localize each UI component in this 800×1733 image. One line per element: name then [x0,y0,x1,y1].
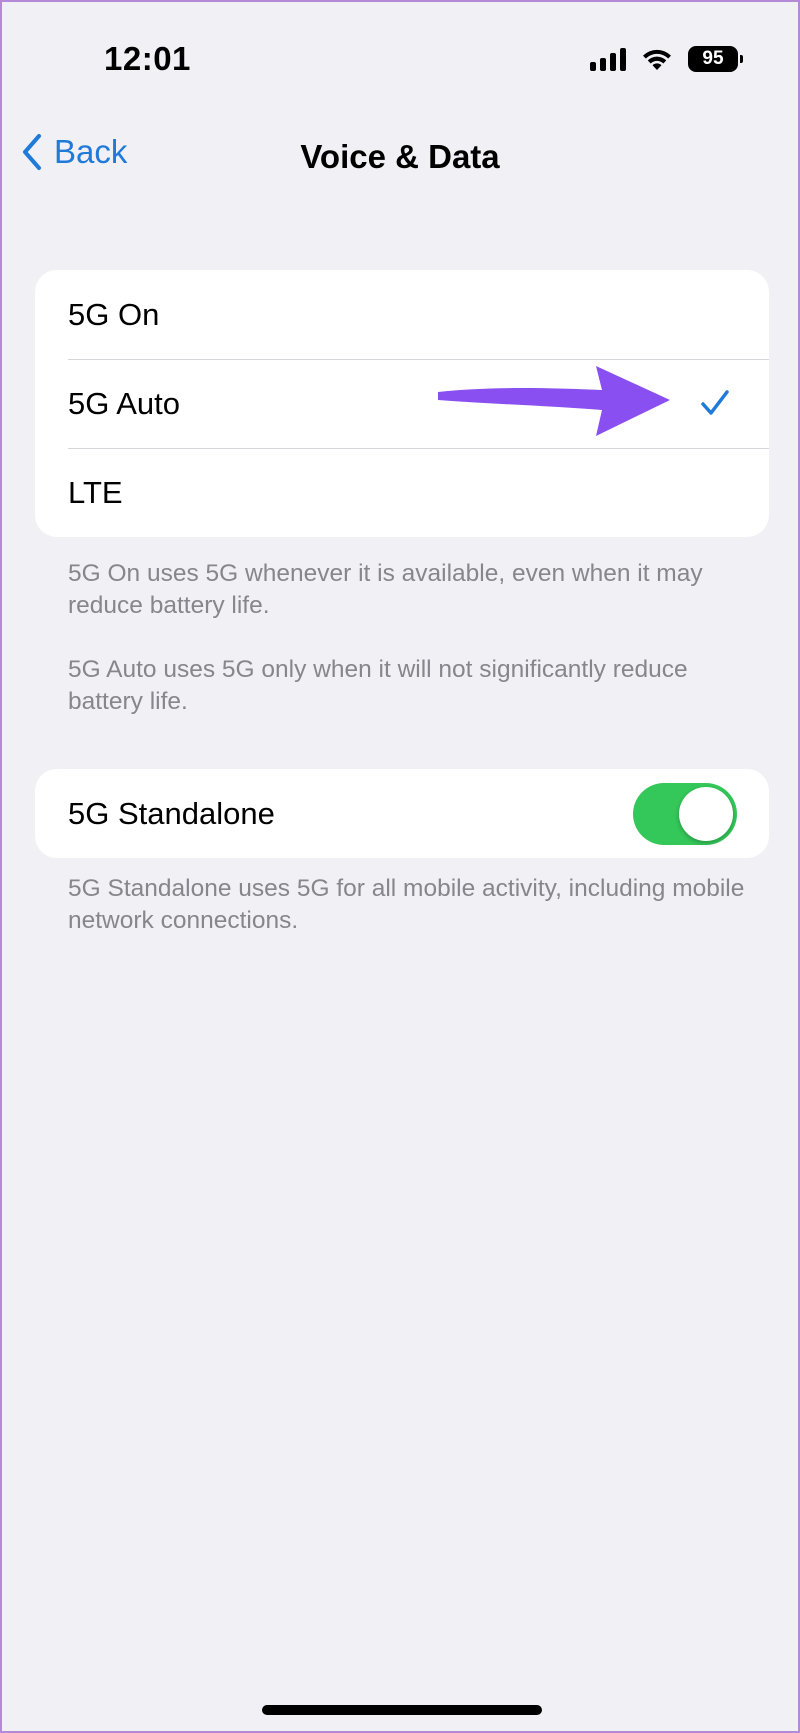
footnote-5g-auto: 5G Auto uses 5G only when it will not si… [68,656,688,715]
option-label: LTE [68,474,123,510]
standalone-group: 5G Standalone [35,769,769,858]
chevron-left-icon [23,134,41,170]
option-label: 5G On [68,296,160,332]
cellular-signal-icon [590,47,626,71]
toggle-knob [679,787,733,841]
status-time: 12:01 [104,40,191,77]
battery-icon: 95 [688,46,743,72]
checkmark-icon [701,390,729,415]
back-label: Back [54,133,128,170]
status-icons: 95 [590,46,743,72]
standalone-toggle[interactable] [633,783,737,845]
screen: 12:01 95 Voice & Data Back 5G On 5G Auto… [0,0,800,1733]
home-indicator[interactable] [262,1705,542,1715]
standalone-row: 5G Standalone [35,769,769,858]
footnote-5g-on: 5G On uses 5G whenever it is available, … [68,560,703,619]
annotation-arrow-icon [438,366,670,436]
standalone-label: 5G Standalone [68,795,275,831]
option-label: 5G Auto [68,385,181,421]
navigation-bar: Voice & Data Back [2,122,798,192]
battery-level: 95 [702,48,724,69]
option-5g-on[interactable]: 5G On [35,270,769,359]
status-bar: 12:01 95 [2,2,798,112]
option-lte[interactable]: LTE [35,448,769,537]
wifi-icon [643,49,671,70]
footnote-standalone: 5G Standalone uses 5G for all mobile act… [68,875,745,934]
back-button[interactable]: Back [20,132,127,172]
